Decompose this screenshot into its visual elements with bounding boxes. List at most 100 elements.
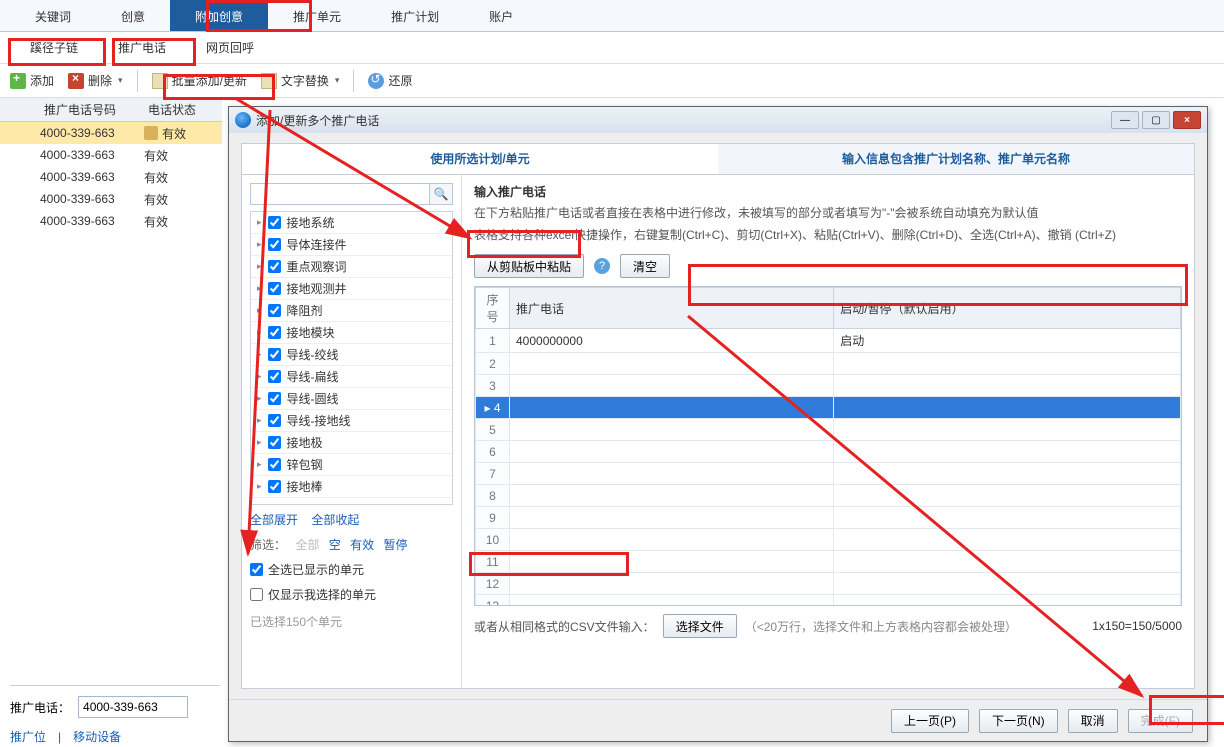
row-phone[interactable]	[510, 485, 834, 507]
row-status[interactable]	[834, 463, 1181, 485]
row-phone[interactable]	[510, 353, 834, 375]
subtab-phone[interactable]: 推广电话	[98, 33, 186, 63]
only-selected-checkbox[interactable]	[250, 588, 263, 601]
restore-button[interactable]: 还原	[368, 72, 412, 89]
expand-icon[interactable]: ▸	[257, 481, 262, 492]
phone-row[interactable]: 4000-339-663有效	[0, 144, 222, 166]
tree-checkbox[interactable]	[268, 348, 281, 361]
grid-row[interactable]: 2	[476, 353, 1181, 375]
row-phone[interactable]	[510, 595, 834, 607]
col-status[interactable]: 启动/暂停（默认启用）	[834, 288, 1181, 329]
expand-icon[interactable]: ▸	[257, 437, 262, 448]
tree-checkbox[interactable]	[268, 414, 281, 427]
grid-row[interactable]: 14000000000启动	[476, 329, 1181, 353]
tree-checkbox[interactable]	[268, 458, 281, 471]
expand-all-link[interactable]: 全部展开	[250, 513, 298, 527]
expand-icon[interactable]: ▸	[257, 261, 262, 272]
mode-tab-input[interactable]: 输入信息包含推广计划名称、推广单元名称	[718, 144, 1194, 174]
row-phone[interactable]: 4000000000	[510, 329, 834, 353]
link-mobile[interactable]: 移动设备	[73, 728, 121, 745]
grid-row[interactable]: 7	[476, 463, 1181, 485]
filter-empty[interactable]: 空	[329, 538, 341, 552]
row-status[interactable]	[834, 353, 1181, 375]
minimize-button[interactable]: —	[1111, 111, 1139, 129]
tree-item[interactable]: ▸接地系统	[251, 212, 452, 234]
expand-icon[interactable]: ▸	[257, 459, 262, 470]
row-status[interactable]	[834, 551, 1181, 573]
expand-icon[interactable]: ▸	[257, 283, 262, 294]
filter-all[interactable]: 全部	[295, 538, 319, 552]
tree-item[interactable]: ▸导线-接地线	[251, 410, 452, 432]
unit-tree[interactable]: ▸接地系统▸导体连接件▸重点观察词▸接地观测井▸降阻剂▸接地模块▸导线-绞线▸导…	[250, 211, 453, 505]
row-status[interactable]	[834, 595, 1181, 607]
next-button[interactable]: 下一页(N)	[979, 709, 1058, 733]
tree-checkbox[interactable]	[268, 480, 281, 493]
grid-row[interactable]: 5	[476, 419, 1181, 441]
tree-checkbox[interactable]	[268, 282, 281, 295]
replace-button[interactable]: 文字替换 ▾	[261, 72, 340, 89]
tree-checkbox[interactable]	[268, 260, 281, 273]
grid-row[interactable]: 3	[476, 375, 1181, 397]
tree-checkbox[interactable]	[268, 326, 281, 339]
search-button[interactable]: 🔍	[429, 183, 453, 205]
add-button[interactable]: 添加	[10, 72, 54, 89]
row-phone[interactable]	[510, 463, 834, 485]
prev-button[interactable]: 上一页(P)	[891, 709, 969, 733]
collapse-all-link[interactable]: 全部收起	[311, 513, 359, 527]
row-phone[interactable]	[510, 573, 834, 595]
mode-tab-selected[interactable]: 使用所选计划/单元	[242, 144, 718, 174]
expand-icon[interactable]: ▸	[257, 371, 262, 382]
col-status[interactable]: 电话状态	[144, 101, 214, 118]
phone-input[interactable]	[78, 696, 188, 718]
tab-plan[interactable]: 推广计划	[366, 0, 464, 31]
row-status[interactable]	[834, 529, 1181, 551]
row-status[interactable]	[834, 573, 1181, 595]
row-phone[interactable]	[510, 419, 834, 441]
tab-keyword[interactable]: 关键词	[10, 0, 96, 31]
tree-item[interactable]: ▸降阻剂	[251, 300, 452, 322]
select-all-visible-checkbox[interactable]	[250, 563, 263, 576]
row-status[interactable]	[834, 441, 1181, 463]
grid-row[interactable]: 12	[476, 573, 1181, 595]
row-status[interactable]	[834, 419, 1181, 441]
row-phone[interactable]	[510, 397, 834, 419]
grid-row[interactable]: ▸ 4	[476, 397, 1181, 419]
close-button[interactable]: ×	[1173, 111, 1201, 129]
subtab-sitelinks[interactable]: 蹊径子链	[10, 33, 98, 63]
tree-item[interactable]: ▸接地模块	[251, 322, 452, 344]
expand-icon[interactable]: ▸	[257, 239, 262, 250]
expand-icon[interactable]: ▸	[257, 415, 262, 426]
subtab-callback[interactable]: 网页回呼	[186, 33, 274, 63]
tree-item[interactable]: ▸锌包钢	[251, 454, 452, 476]
row-phone[interactable]	[510, 441, 834, 463]
col-phone[interactable]: 推广电话	[510, 288, 834, 329]
tree-checkbox[interactable]	[268, 370, 281, 383]
tree-item[interactable]: ▸重点观察词	[251, 256, 452, 278]
tree-checkbox[interactable]	[268, 304, 281, 317]
tree-checkbox[interactable]	[268, 436, 281, 449]
row-phone[interactable]	[510, 375, 834, 397]
tree-checkbox[interactable]	[268, 392, 281, 405]
tree-item[interactable]: ▸接地棒	[251, 476, 452, 498]
phone-row[interactable]: 4000-339-663有效	[0, 166, 222, 188]
expand-icon[interactable]: ▸	[257, 305, 262, 316]
tab-account[interactable]: 账户	[464, 0, 538, 31]
tab-unit[interactable]: 推广单元	[268, 0, 366, 31]
grid-row[interactable]: 8	[476, 485, 1181, 507]
row-status[interactable]	[834, 375, 1181, 397]
help-icon[interactable]: ?	[594, 258, 610, 274]
row-status[interactable]	[834, 485, 1181, 507]
tree-checkbox[interactable]	[268, 238, 281, 251]
unit-search-input[interactable]	[250, 183, 429, 205]
phone-row[interactable]: 4000-339-663有效	[0, 188, 222, 210]
expand-icon[interactable]: ▸	[257, 393, 262, 404]
paste-button[interactable]: 从剪贴板中粘贴	[474, 254, 584, 278]
phone-row[interactable]: 4000-339-663有效	[0, 210, 222, 232]
maximize-button[interactable]: ▢	[1142, 111, 1170, 129]
tree-item[interactable]: ▸导线-圆线	[251, 388, 452, 410]
tab-extra-creative[interactable]: 附加创意	[170, 0, 268, 31]
filter-valid[interactable]: 有效	[350, 538, 374, 552]
tree-item[interactable]: ▸导线-扁线	[251, 366, 452, 388]
cancel-button[interactable]: 取消	[1068, 709, 1118, 733]
tree-item[interactable]: ▸接地观测井	[251, 278, 452, 300]
